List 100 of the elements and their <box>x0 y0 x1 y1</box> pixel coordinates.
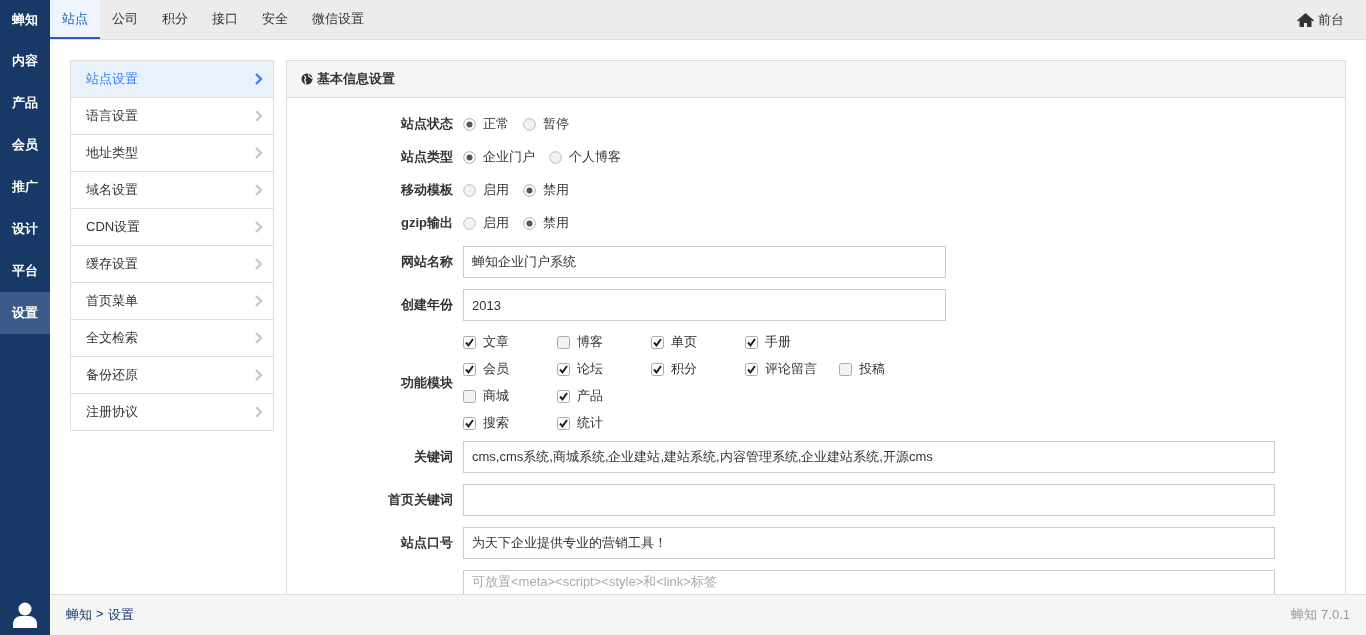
chevron-icon <box>255 332 263 344</box>
checkbox[interactable] <box>839 362 852 376</box>
nav-tab[interactable]: 接口 <box>200 0 250 39</box>
frontend-link[interactable]: 前台 <box>1318 10 1344 29</box>
code-textarea[interactable]: 可放置<meta><script><style>和<link>标签 <box>463 570 1275 594</box>
field-label: 首页关键词 <box>387 491 454 509</box>
radio-button[interactable] <box>463 183 476 197</box>
settings-menu-item[interactable]: 首页菜单 <box>71 282 273 319</box>
settings-menu-item[interactable]: 全文检索 <box>71 319 273 356</box>
text-field[interactable]: 为天下企业提供专业的营销工具！ <box>463 527 1275 559</box>
checkbox[interactable] <box>745 335 758 349</box>
radio-button[interactable] <box>463 150 476 164</box>
radio-label[interactable]: 暂停 <box>543 115 569 133</box>
field-label: 站点口号 <box>400 534 454 552</box>
chevron-icon <box>255 221 263 233</box>
field-label: 功能模块 <box>400 373 454 392</box>
checkbox[interactable] <box>745 362 758 376</box>
chevron-icon <box>255 147 263 159</box>
sidebar-item[interactable]: 平台 <box>0 250 50 292</box>
radio-label[interactable]: 启用 <box>483 214 509 232</box>
nav-tab[interactable]: 公司 <box>100 0 150 39</box>
settings-menu-item[interactable]: 缓存设置 <box>71 245 273 282</box>
nav-tab[interactable]: 站点 <box>50 0 100 39</box>
radio-label[interactable]: 个人博客 <box>569 148 621 166</box>
app-logo[interactable]: 蝉知 <box>0 0 50 40</box>
checkbox[interactable] <box>463 362 476 376</box>
sidebar-item[interactable]: 设计 <box>0 208 50 250</box>
breadcrumb-separator: > <box>96 606 104 623</box>
checkbox-label[interactable]: 统计 <box>577 414 603 432</box>
checkbox-label[interactable]: 投稿 <box>859 360 885 378</box>
radio-button[interactable] <box>463 117 476 131</box>
panel-title: 基本信息设置 <box>317 70 395 88</box>
settings-menu-item[interactable]: 备份还原 <box>71 356 273 393</box>
sidebar-item[interactable]: 推广 <box>0 166 50 208</box>
sidebar-item[interactable]: 会员 <box>0 124 50 166</box>
version-text: 蝉知 7.0.1 <box>1291 606 1350 624</box>
text-field[interactable]: 蝉知企业门户系统 <box>463 246 946 278</box>
checkbox-label[interactable]: 手册 <box>765 333 791 351</box>
radio-button[interactable] <box>523 216 536 230</box>
sidebar-item[interactable]: 产品 <box>0 82 50 124</box>
radio-button[interactable] <box>463 216 476 230</box>
nav-tab[interactable]: 积分 <box>150 0 200 39</box>
checkbox[interactable] <box>651 335 664 349</box>
globe-icon <box>301 73 313 85</box>
radio-button[interactable] <box>523 117 536 131</box>
chevron-icon <box>255 184 263 196</box>
settings-menu-item[interactable]: 语言设置 <box>71 97 273 134</box>
breadcrumb-link[interactable]: 蝉知 <box>66 606 92 624</box>
settings-menu-item[interactable]: 地址类型 <box>71 134 273 171</box>
text-field[interactable] <box>463 484 1275 516</box>
sidebar-item[interactable]: 内容 <box>0 40 50 82</box>
settings-menu-item[interactable]: CDN设置 <box>71 208 273 245</box>
checkbox-label[interactable]: 积分 <box>671 360 697 378</box>
field-label: 移动模板 <box>400 181 454 199</box>
checkbox-label[interactable]: 商城 <box>483 387 509 405</box>
chevron-icon <box>255 295 263 307</box>
radio-label[interactable]: 禁用 <box>543 214 569 232</box>
sidebar-item[interactable]: 设置 <box>0 292 50 334</box>
checkbox-label[interactable]: 论坛 <box>577 360 603 378</box>
checkbox-label[interactable]: 博客 <box>577 333 603 351</box>
checkbox[interactable] <box>651 362 664 376</box>
nav-tab[interactable]: 微信设置 <box>300 0 376 39</box>
breadcrumb-link[interactable]: 设置 <box>107 606 134 624</box>
chevron-icon <box>255 406 263 418</box>
checkbox[interactable] <box>463 389 476 403</box>
home-icon[interactable] <box>1297 12 1314 27</box>
nav-tab[interactable]: 安全 <box>250 0 300 39</box>
radio-label[interactable]: 禁用 <box>543 181 569 199</box>
radio-label[interactable]: 正常 <box>483 115 509 133</box>
chevron-icon <box>255 369 263 381</box>
checkbox[interactable] <box>557 389 570 403</box>
field-label: 创建年份 <box>400 296 454 314</box>
radio-label[interactable]: 企业门户 <box>483 148 535 166</box>
radio-button[interactable] <box>549 150 562 164</box>
field-label: 网站名称 <box>400 253 454 271</box>
field-label: 关键词 <box>413 448 454 466</box>
radio-label[interactable]: 启用 <box>483 181 509 199</box>
checkbox-label[interactable]: 单页 <box>671 333 697 351</box>
checkbox-label[interactable]: 评论留言 <box>765 360 817 378</box>
user-icon[interactable] <box>13 601 37 628</box>
checkbox[interactable] <box>557 362 570 376</box>
checkbox[interactable] <box>557 416 570 430</box>
field-label: 站点状态 <box>400 115 454 133</box>
field-label: 站点类型 <box>400 148 454 166</box>
checkbox[interactable] <box>463 416 476 430</box>
chevron-icon <box>255 73 263 85</box>
checkbox-label[interactable]: 文章 <box>483 333 509 351</box>
checkbox-label[interactable]: 会员 <box>483 360 509 378</box>
field-label: gzip输出 <box>400 214 454 232</box>
checkbox[interactable] <box>463 335 476 349</box>
settings-menu-item[interactable]: 注册协议 <box>71 393 273 430</box>
checkbox[interactable] <box>557 335 570 349</box>
chevron-icon <box>255 110 263 122</box>
checkbox-label[interactable]: 产品 <box>577 387 603 405</box>
checkbox-label[interactable]: 搜索 <box>483 414 509 432</box>
radio-button[interactable] <box>523 183 536 197</box>
text-field[interactable]: 2013 <box>463 289 946 321</box>
text-field[interactable]: cms,cms系统,商城系统,企业建站,建站系统,内容管理系统,企业建站系统,开源cms <box>463 441 1275 473</box>
settings-menu-item[interactable]: 域名设置 <box>71 171 273 208</box>
chevron-icon <box>255 258 263 270</box>
